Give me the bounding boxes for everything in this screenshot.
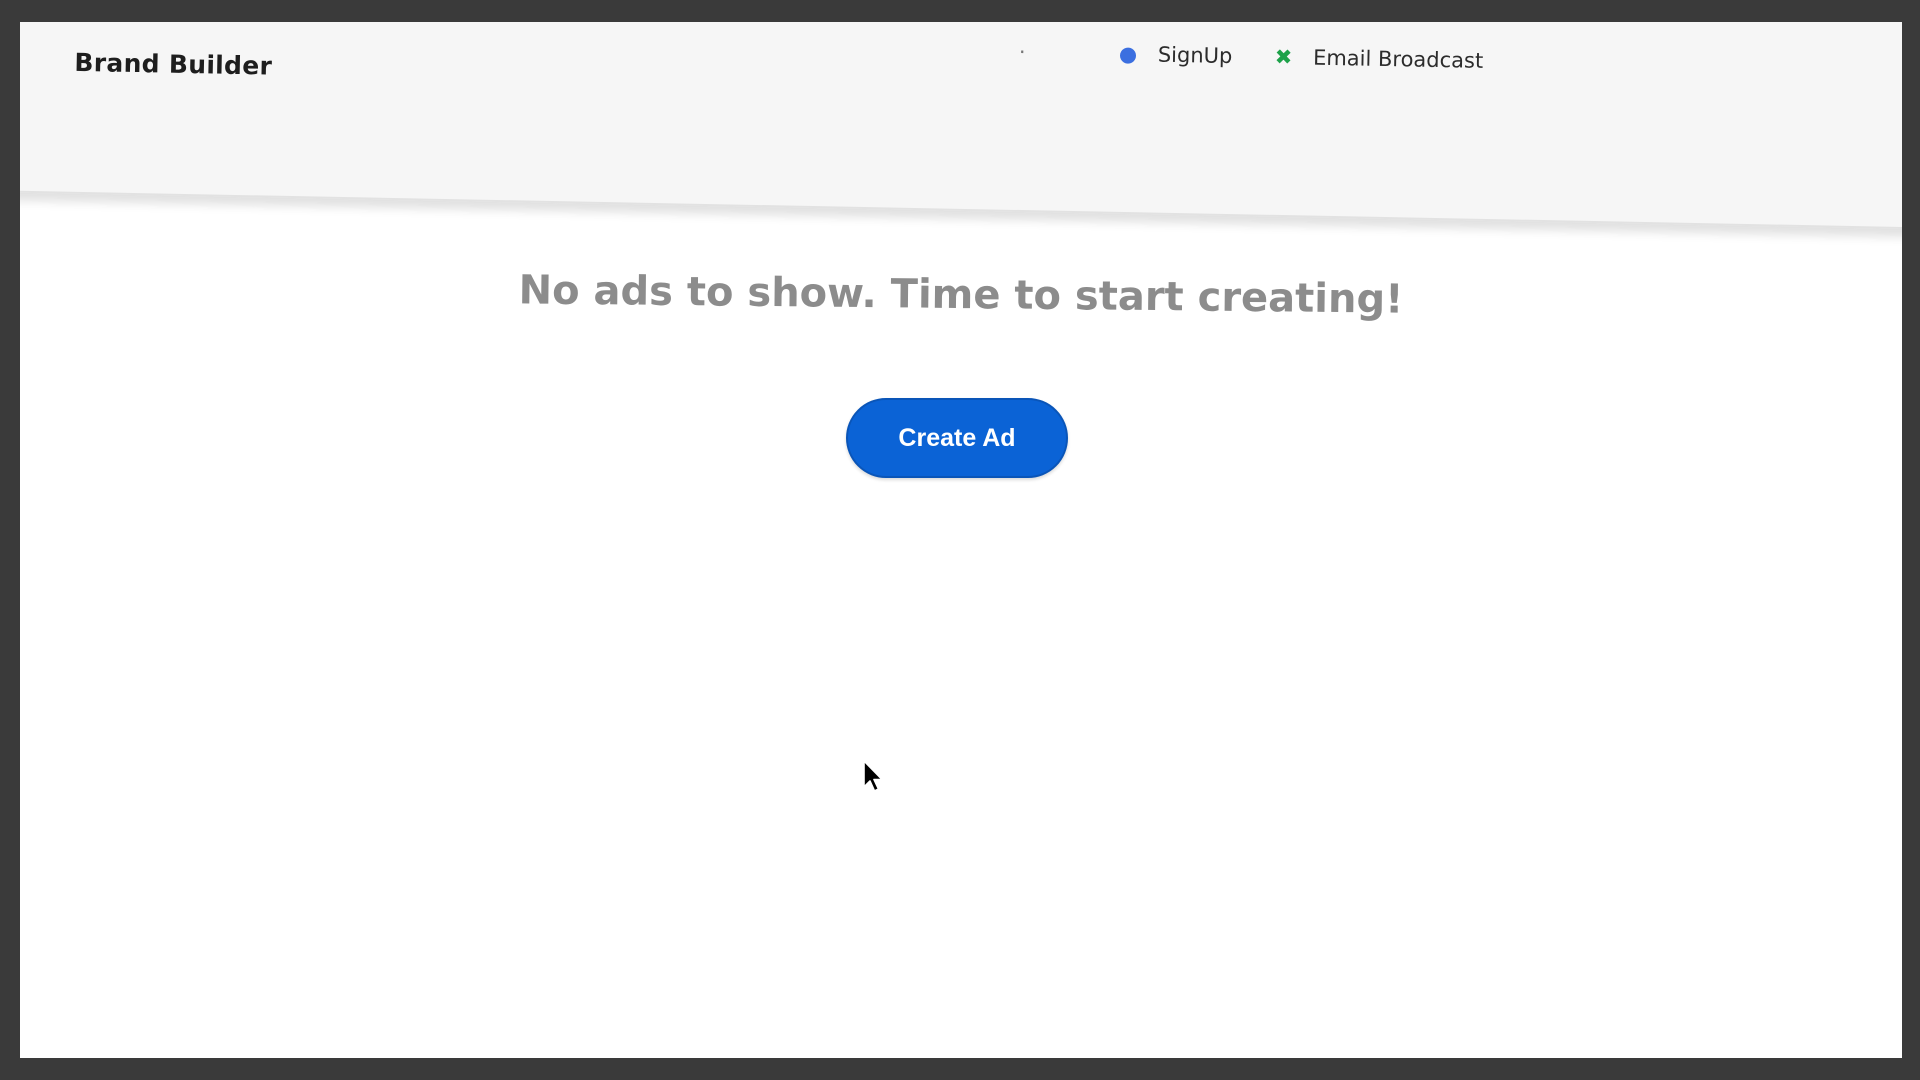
- brand-title[interactable]: Brand Builder: [74, 48, 272, 81]
- nav-item-signup[interactable]: ● SignUp: [1119, 42, 1233, 68]
- nav-item-partial-label: ·: [1018, 39, 1026, 65]
- email-broadcast-icon: ✖: [1274, 44, 1293, 70]
- nav-item-partial[interactable]: ·: [1019, 40, 1026, 64]
- signup-icon: ●: [1118, 41, 1138, 67]
- app-window: Brand Builder · ● SignUp ✖ Email Broadca…: [20, 22, 1902, 1058]
- nav-item-signup-label: SignUp: [1157, 42, 1233, 69]
- create-ad-button[interactable]: Create Ad: [846, 398, 1068, 478]
- empty-state-message: No ads to show. Time to start creating!: [518, 267, 1404, 323]
- mouse-cursor-icon: [863, 760, 883, 792]
- top-navigation-bar: Brand Builder · ● SignUp ✖ Email Broadca…: [20, 22, 1902, 230]
- nav-item-email-broadcast[interactable]: ✖ Email Broadcast: [1275, 45, 1484, 73]
- nav-item-email-broadcast-label: Email Broadcast: [1312, 45, 1484, 73]
